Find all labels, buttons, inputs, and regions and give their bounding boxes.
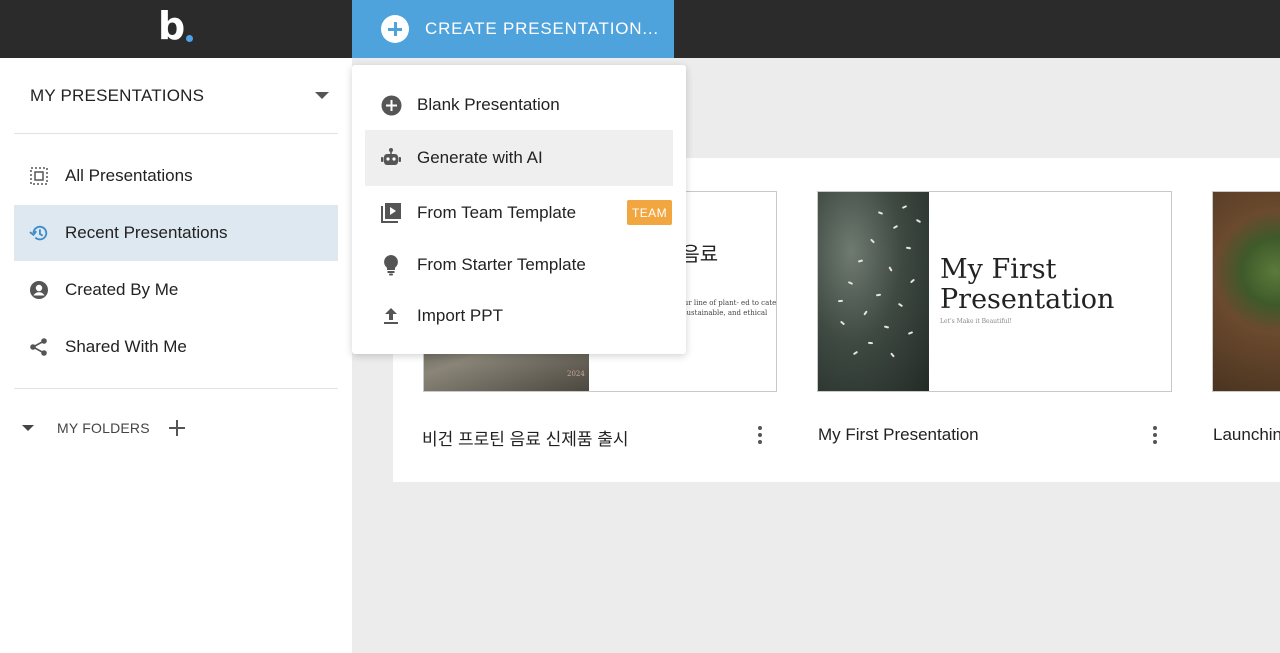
logo-dot — [186, 35, 193, 42]
app-logo[interactable]: b — [158, 6, 198, 46]
menu-item-label: Import PPT — [417, 306, 503, 325]
create-presentation-button[interactable]: CREATE PRESENTATION... — [352, 0, 674, 58]
thumbnail-photo — [1213, 192, 1280, 391]
thumbnail-title-line: My First — [940, 254, 1057, 285]
more-options-icon[interactable] — [1150, 426, 1160, 446]
thumbnail-title-line: Presentation — [940, 284, 1115, 315]
logo-letter: b — [158, 4, 186, 48]
thumbnail-title: My First Presentation — [940, 255, 1114, 315]
grid-select-icon — [29, 166, 49, 186]
my-presentations-header[interactable]: MY PRESENTATIONS — [14, 58, 338, 134]
team-badge: TEAM — [627, 200, 672, 225]
sidebar-item-recent-presentations[interactable]: Recent Presentations — [14, 205, 338, 261]
sidebar-item-all-presentations[interactable]: All Presentations — [14, 148, 338, 204]
template-play-icon — [380, 202, 402, 224]
sidebar-item-label: Created By Me — [65, 280, 179, 299]
history-icon — [29, 223, 49, 243]
my-presentations-title: MY PRESENTATIONS — [30, 86, 205, 105]
menu-item-from-team-template[interactable]: From Team Template TEAM — [365, 185, 673, 241]
upload-icon — [380, 305, 402, 327]
menu-item-label: Blank Presentation — [417, 95, 560, 114]
menu-item-blank-presentation[interactable]: Blank Presentation — [365, 77, 673, 133]
thumbnail-subtitle: Let's Make it Beautiful! — [940, 318, 1012, 325]
more-options-icon[interactable] — [755, 426, 765, 446]
my-folders-label: MY FOLDERS — [57, 420, 150, 436]
sidebar-divider — [14, 388, 338, 389]
presentation-thumbnail[interactable]: My First Presentation Let's Make it Beau… — [817, 191, 1172, 392]
thumbnail-photo-text: 2024 — [567, 370, 585, 378]
sidebar-item-label: Shared With Me — [65, 337, 187, 356]
presentation-title[interactable]: Launchin — [1213, 425, 1280, 445]
menu-item-generate-with-ai[interactable]: Generate with AI — [365, 130, 673, 186]
create-presentation-label: CREATE PRESENTATION... — [425, 19, 659, 38]
sidebar-item-label: All Presentations — [65, 166, 193, 185]
share-icon — [29, 337, 49, 357]
presentation-title[interactable]: 비건 프로틴 음료 신제품 출시 — [422, 425, 629, 450]
presentation-title[interactable]: My First Presentation — [818, 425, 979, 445]
user-circle-icon — [29, 280, 49, 300]
menu-item-from-starter-template[interactable]: From Starter Template — [365, 237, 673, 293]
my-folders-section: MY FOLDERS — [22, 416, 186, 440]
sidebar-item-created-by-me[interactable]: Created By Me — [14, 262, 338, 318]
top-bar: b CREATE PRESENTATION... — [0, 0, 1280, 58]
menu-item-label: Generate with AI — [417, 148, 543, 167]
caret-down-icon[interactable] — [315, 92, 329, 99]
sidebar-item-shared-with-me[interactable]: Shared With Me — [14, 319, 338, 375]
create-presentation-menu: Blank Presentation Generate with AI From… — [352, 65, 686, 354]
menu-item-import-ppt[interactable]: Import PPT — [365, 288, 673, 344]
lightbulb-icon — [380, 254, 402, 276]
add-folder-icon[interactable] — [168, 419, 186, 437]
presentation-thumbnail[interactable] — [1212, 191, 1280, 392]
sidebar-item-label: Recent Presentations — [65, 223, 228, 242]
robot-icon — [380, 147, 402, 169]
menu-item-label: From Team Template — [417, 203, 577, 222]
thumbnail-photo — [818, 192, 929, 391]
sidebar: MY PRESENTATIONS All Presentations Recen… — [0, 58, 352, 653]
menu-item-label: From Starter Template — [417, 255, 586, 274]
collapse-triangle-icon[interactable] — [22, 425, 34, 431]
plus-circle-icon — [380, 94, 402, 116]
plus-circle-icon — [381, 15, 409, 43]
